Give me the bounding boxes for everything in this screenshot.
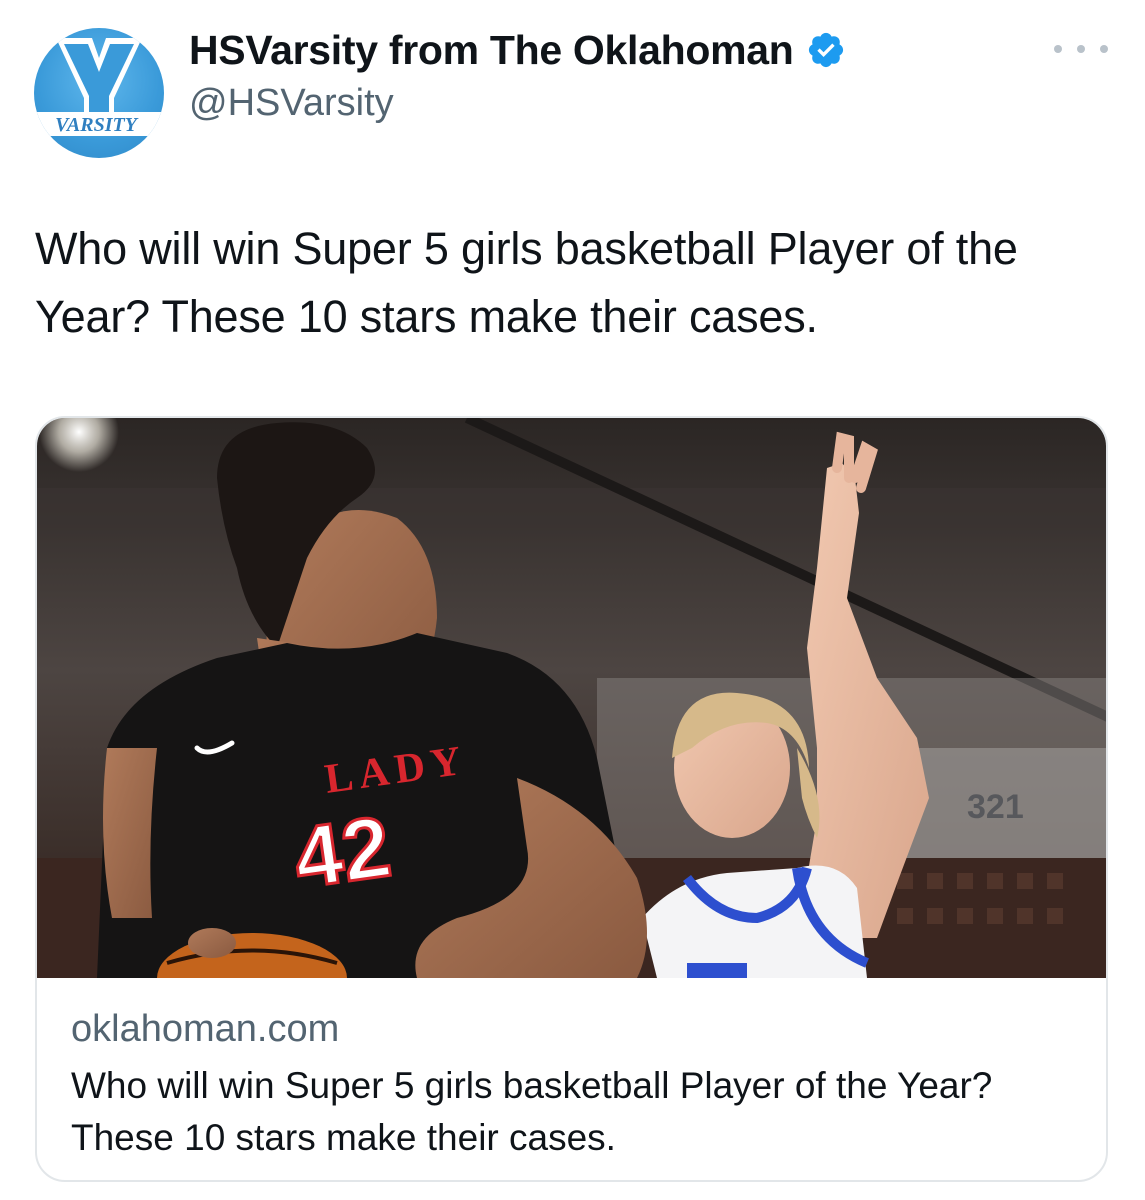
more-dot xyxy=(1054,45,1062,53)
background-number: 321 xyxy=(967,788,1024,826)
author-display-name[interactable]: HSVarsity from The Oklahoman xyxy=(189,24,794,76)
author-handle[interactable]: @HSVarsity xyxy=(189,78,846,128)
more-options-icon[interactable] xyxy=(1054,34,1108,64)
avatar[interactable]: VARSITY xyxy=(34,28,164,158)
link-card-meta: oklahoman.com Who will win Super 5 girls… xyxy=(71,1004,1081,1164)
tweet-text: Who will win Super 5 girls basketball Pl… xyxy=(35,223,1018,342)
link-card-title[interactable]: Who will win Super 5 girls basketball Pl… xyxy=(71,1060,1081,1164)
avatar-text: VARSITY xyxy=(55,114,139,136)
author-display-name-row[interactable]: HSVarsity from The Oklahoman xyxy=(189,24,846,76)
article-photo[interactable]: 321 LADY 42 xyxy=(37,418,1108,978)
link-card-domain: oklahoman.com xyxy=(71,1008,340,1050)
more-dot xyxy=(1100,45,1108,53)
more-dot xyxy=(1077,45,1085,53)
tweet-header: VARSITY HSVarsity from The Oklahoman @HS… xyxy=(34,18,1114,158)
link-card[interactable]: 321 LADY 42 oklahoman.com Who will win S… xyxy=(35,416,1108,1182)
author-names: HSVarsity from The Oklahoman @HSVarsity xyxy=(189,24,846,128)
varsity-logo: VARSITY xyxy=(34,38,164,136)
verified-badge-icon xyxy=(808,32,843,68)
jersey-number: 42 xyxy=(288,798,396,906)
